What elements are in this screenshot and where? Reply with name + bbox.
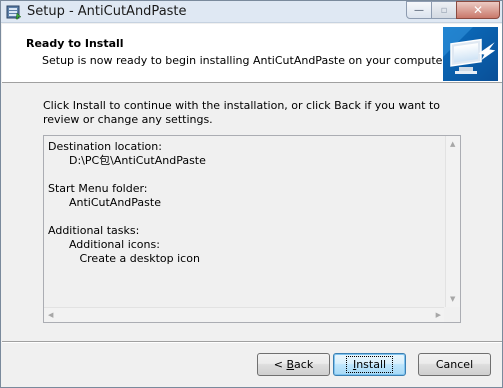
title-bar[interactable]: Setup - AntiCutAndPaste — ▫ ✕ xyxy=(1,1,502,23)
wizard-header: Ready to Install Setup is now ready to b… xyxy=(2,24,502,83)
maximize-button[interactable]: ▫ xyxy=(431,1,457,19)
back-button[interactable]: < Back xyxy=(257,353,330,376)
maximize-icon: ▫ xyxy=(440,4,448,16)
close-button[interactable]: ✕ xyxy=(456,1,500,19)
ready-memo[interactable]: Destination location: D:\PC包\AntiCutAndP… xyxy=(43,135,461,323)
horizontal-scrollbar[interactable]: ◀ ▶ xyxy=(44,307,445,322)
window-title: Setup - AntiCutAndPaste xyxy=(27,4,187,19)
memo-content: Destination location: D:\PC包\AntiCutAndP… xyxy=(48,140,206,265)
scroll-right-icon[interactable]: ▶ xyxy=(436,312,441,319)
page-title: Ready to Install xyxy=(26,37,124,50)
close-icon: ✕ xyxy=(472,3,484,17)
computer-install-arrow-icon xyxy=(443,27,498,81)
setup-app-icon xyxy=(6,5,22,20)
cancel-button[interactable]: Cancel xyxy=(418,353,491,376)
scroll-up-icon[interactable]: ▲ xyxy=(450,141,455,148)
scroll-left-icon[interactable]: ◀ xyxy=(48,312,53,319)
scrollbar-corner xyxy=(444,307,460,322)
install-focus-rect: Install xyxy=(345,356,394,373)
bottom-divider xyxy=(2,341,502,343)
back-accel: B xyxy=(286,358,295,371)
instructions-text: Click Install to continue with the insta… xyxy=(43,99,441,126)
install-button[interactable]: Install xyxy=(333,353,406,376)
back-label-prefix: < xyxy=(273,358,287,371)
setup-window: Setup - AntiCutAndPaste — ▫ ✕ Ready to I… xyxy=(0,0,503,388)
scroll-down-icon[interactable]: ▼ xyxy=(450,296,455,303)
minimize-button[interactable]: — xyxy=(406,1,432,19)
minimize-icon: — xyxy=(414,4,424,16)
caption-buttons: — ▫ ✕ xyxy=(406,1,500,19)
page-subtitle: Setup is now ready to begin installing A… xyxy=(42,54,450,67)
back-label-rest: ack xyxy=(294,358,314,371)
cancel-label: Cancel xyxy=(435,358,474,371)
install-label-rest: nstall xyxy=(356,358,387,371)
vertical-scrollbar[interactable]: ▲ ▼ xyxy=(445,136,460,308)
